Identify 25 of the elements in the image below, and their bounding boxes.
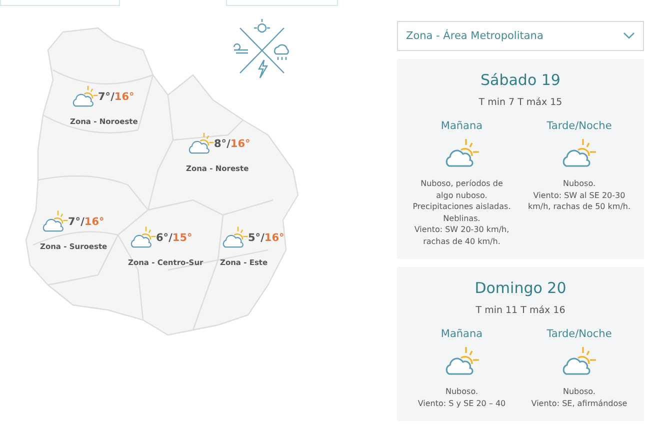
temperature-summary: T min 7 T máx 15 [478, 97, 562, 108]
temperature-range: 7°/16° [68, 216, 104, 228]
forecast-description: Nuboso. Viento: SW al SE 20-30 km/h, rachas de 50 km/h. [528, 178, 631, 212]
temperature-range: 7°/16° [98, 91, 134, 103]
period-label: Mañana [440, 328, 483, 340]
temperature-range: 6°/15° [156, 232, 192, 244]
chevron-down-icon [623, 32, 635, 40]
day-title: Sábado 19 [480, 71, 560, 89]
legend-drawing [232, 18, 292, 80]
partly-cloudy-icon [40, 210, 70, 234]
zone-dropdown[interactable]: Zona - Área Metropolitana [397, 21, 644, 51]
temperature-range: 8°/16° [214, 138, 250, 150]
period-label: Tarde/Noche [546, 328, 612, 340]
period-label: Tarde/Noche [546, 120, 612, 132]
partly-cloudy-icon [220, 226, 250, 250]
partly-cloudy-icon [186, 132, 216, 156]
temperature-summary: T min 11 T máx 16 [476, 305, 566, 316]
forecast-description: Nuboso. Viento: SE, afirmándose [531, 386, 628, 409]
forecast-description: Nuboso. Viento: S y SE 20 – 40 [418, 386, 506, 409]
forecast-description: Nuboso, períodos de algo nuboso. Precipitaciones aisladas. Neblinas. Viento: SW 20-30 km/h, rachas de 40 km/h. [412, 178, 511, 247]
partly-cloudy-icon [70, 85, 100, 109]
day-title: Domingo 20 [474, 279, 566, 297]
period-label: Mañana [440, 120, 483, 132]
temperature-range: 5°/16° [248, 232, 284, 244]
partly-cloudy-icon [128, 226, 158, 250]
